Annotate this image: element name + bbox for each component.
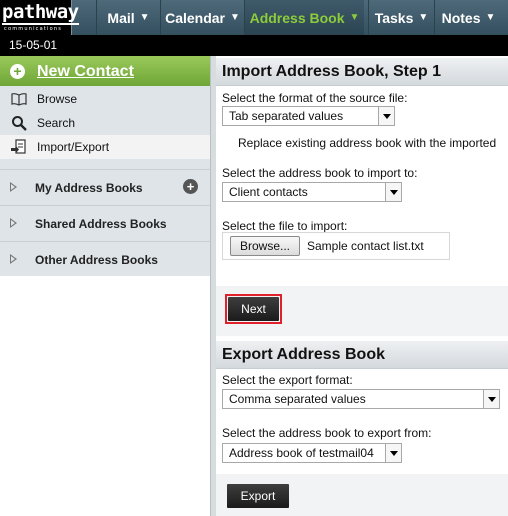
file-input: Browse... Sample contact list.txt bbox=[222, 232, 450, 260]
sidebar: + New Contact Browse Search Import/Expor… bbox=[0, 56, 210, 516]
sidebar-item-label: Import/Export bbox=[37, 140, 110, 154]
next-button[interactable]: Next bbox=[228, 297, 279, 321]
logo-tagline: communications bbox=[4, 26, 63, 32]
expand-triangle-icon[interactable] bbox=[10, 182, 17, 192]
selected-file-name: Sample contact list.txt bbox=[307, 239, 424, 253]
search-icon bbox=[12, 116, 27, 131]
add-address-book-icon[interactable]: + bbox=[183, 179, 198, 194]
nav-calendar[interactable]: Calendar ▼ bbox=[160, 0, 244, 35]
nav-mail[interactable]: Mail ▼ bbox=[96, 0, 160, 35]
import-format-label: Select the format of the source file: bbox=[222, 91, 408, 105]
top-navigation-bar: pathway communications Mail ▼ Calendar ▼ A… bbox=[0, 0, 508, 35]
chevron-down-icon bbox=[385, 444, 401, 462]
main-content: Import Address Book, Step 1 Select the f… bbox=[216, 56, 508, 516]
chevron-down-icon: ▼ bbox=[349, 12, 360, 23]
export-format-label: Select the export format: bbox=[222, 373, 353, 387]
nav-calendar-label: Calendar bbox=[165, 9, 225, 26]
replace-existing-label: Replace existing address book with the i… bbox=[238, 136, 497, 150]
import-target-select[interactable]: Client contacts bbox=[222, 182, 402, 202]
import-target-label: Select the address book to import to: bbox=[222, 166, 418, 180]
import-target-value: Client contacts bbox=[229, 185, 308, 199]
export-button[interactable]: Export bbox=[227, 484, 289, 508]
export-section-title: Export Address Book bbox=[216, 341, 508, 369]
sidebar-group-shared-address-books[interactable]: Shared Address Books bbox=[0, 205, 210, 241]
chevron-down-icon: ▼ bbox=[418, 12, 429, 23]
plus-icon: + bbox=[10, 64, 25, 79]
sidebar-group-other-address-books[interactable]: Other Address Books bbox=[0, 241, 210, 277]
sidebar-item-browse[interactable]: Browse bbox=[0, 87, 210, 111]
chevron-down-icon: ▼ bbox=[139, 12, 150, 23]
export-format-select[interactable]: Comma separated values bbox=[222, 389, 500, 409]
import-format-select[interactable]: Tab separated values bbox=[222, 106, 395, 126]
nav-notes[interactable]: Notes ▼ bbox=[434, 0, 502, 35]
nav-tasks-label: Tasks bbox=[374, 9, 414, 26]
expand-triangle-icon[interactable] bbox=[10, 218, 17, 228]
new-contact-button[interactable]: + New Contact bbox=[0, 56, 210, 86]
sidebar-group-label: My Address Books bbox=[35, 181, 143, 195]
export-source-label: Select the address book to export from: bbox=[222, 426, 432, 440]
import-section-title: Import Address Book, Step 1 bbox=[216, 58, 508, 86]
sidebar-item-label: Search bbox=[37, 116, 76, 130]
expand-triangle-icon[interactable] bbox=[10, 254, 17, 264]
sidebar-panel: + New Contact Browse Search Import/Expor… bbox=[0, 56, 210, 276]
chevron-down-icon bbox=[378, 107, 394, 125]
import-export-icon bbox=[11, 139, 26, 154]
export-source-value: Address book of testmail04 bbox=[229, 446, 374, 460]
nav-notes-label: Notes bbox=[441, 9, 481, 26]
browse-button[interactable]: Browse... bbox=[230, 236, 300, 256]
sidebar-item-import-export[interactable]: Import/Export bbox=[0, 135, 210, 159]
date-bar: 15-05-01 bbox=[0, 35, 508, 56]
export-source-select[interactable]: Address book of testmail04 bbox=[222, 443, 402, 463]
nav-address-book[interactable]: Address Book ▼ bbox=[244, 0, 364, 35]
sidebar-item-label: Browse bbox=[37, 92, 78, 106]
sidebar-group-my-address-books[interactable]: My Address Books + bbox=[0, 169, 210, 205]
pathway-logo[interactable]: pathway communications bbox=[0, 0, 79, 35]
nav-tasks[interactable]: Tasks ▼ bbox=[368, 0, 434, 35]
export-format-value: Comma separated values bbox=[229, 392, 366, 406]
sidebar-item-search[interactable]: Search bbox=[0, 111, 210, 135]
book-icon bbox=[11, 93, 27, 106]
chevron-down-icon: ▼ bbox=[230, 12, 240, 23]
sidebar-group-label: Shared Address Books bbox=[35, 217, 167, 231]
import-format-value: Tab separated values bbox=[229, 109, 344, 123]
chevron-down-icon bbox=[385, 183, 401, 201]
chevron-down-icon bbox=[483, 390, 499, 408]
nav-mail-label: Mail bbox=[107, 9, 135, 26]
logo-text: pathway bbox=[2, 1, 79, 25]
new-contact-label: New Contact bbox=[37, 63, 134, 80]
import-file-label: Select the file to import: bbox=[222, 219, 348, 233]
nav-address-book-label: Address Book bbox=[249, 9, 345, 26]
chevron-down-icon: ▼ bbox=[485, 12, 496, 23]
sidebar-group-label: Other Address Books bbox=[35, 253, 158, 267]
